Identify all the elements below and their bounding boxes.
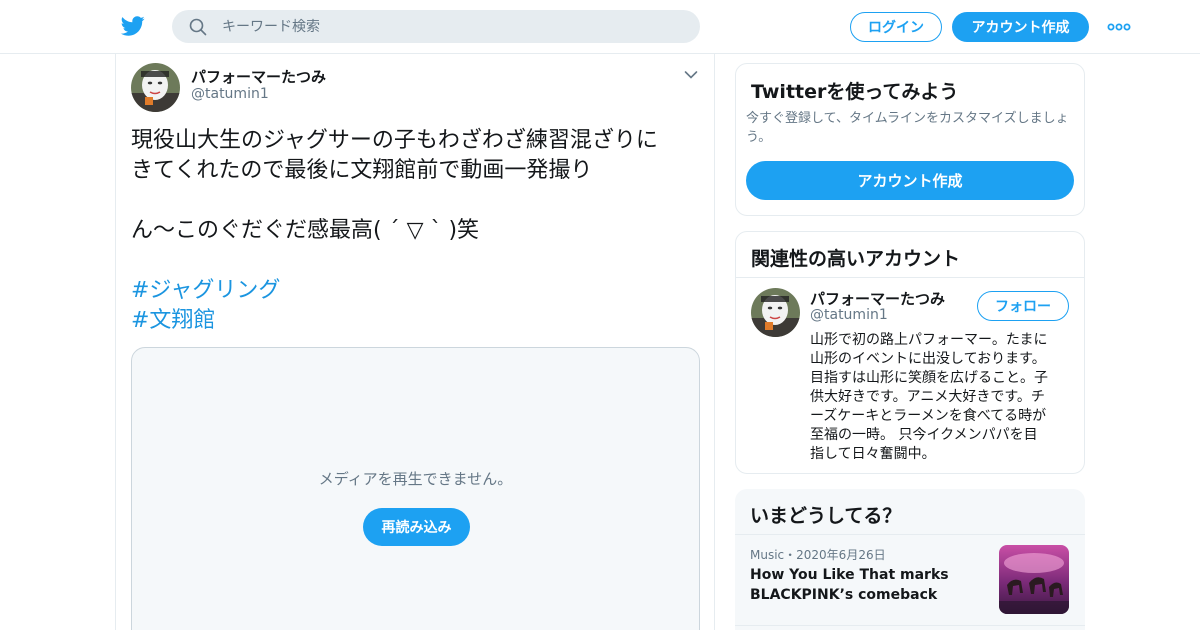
- more-dots-icon[interactable]: [1107, 21, 1131, 33]
- signup-card-button[interactable]: アカウント作成: [746, 161, 1074, 200]
- divider: [735, 625, 1085, 626]
- tweet-text-line: 現役山大生のジャグサーの子もわざわざ練習混ざりに: [131, 128, 658, 153]
- divider: [736, 277, 1084, 278]
- twitter-bird-icon[interactable]: [120, 14, 146, 38]
- bio-line: 目指すは山形に笑顔を広げること。子: [810, 370, 1048, 386]
- avatar[interactable]: [751, 288, 800, 337]
- search-icon: [189, 18, 207, 36]
- bio-line: 供大好きです。アニメ大好きです。チ: [810, 389, 1045, 405]
- top-navigation-bar: ログイン アカウント作成: [0, 0, 1200, 54]
- chevron-down-icon[interactable]: [684, 70, 698, 80]
- bio-line: 山形のイベントに出没しております。: [810, 351, 1046, 367]
- subtitle-line: う。: [746, 130, 772, 145]
- tweet-author-name[interactable]: パフォーマーたつみ: [191, 66, 326, 87]
- reload-button[interactable]: 再読み込み: [363, 508, 470, 546]
- hashtag-link[interactable]: #ジャグリング: [131, 276, 706, 306]
- search-box[interactable]: [172, 10, 700, 43]
- trend-title[interactable]: How You Like That marks BLACKPINK’s come…: [750, 565, 980, 605]
- media-error-message: メディアを再生できません。: [318, 470, 513, 488]
- trend-meta: Music・2020年6月26日: [750, 548, 886, 562]
- signup-card-title: Twitterを使ってみよう: [751, 81, 959, 103]
- trends-title: いまどうしてる？: [750, 505, 902, 527]
- bio-line: 指して日々奮闘中。: [810, 446, 936, 462]
- bio-line: 至福の一時。 只今イクメンパパを目: [810, 427, 1038, 443]
- divider: [735, 534, 1085, 535]
- tweet-text-line: [131, 186, 706, 216]
- related-account-handle[interactable]: @tatumin1: [810, 307, 888, 323]
- related-accounts-card: 関連性の高いアカウント パフォーマーたつみ @tatumin1 フォロー 山形で…: [735, 231, 1085, 474]
- trend-thumbnail[interactable]: [999, 545, 1069, 614]
- bio-line: 山形で初の路上パフォーマー。たまに: [810, 332, 1048, 348]
- follow-button[interactable]: フォロー: [977, 291, 1069, 321]
- avatar-image: [751, 288, 800, 337]
- related-accounts-title: 関連性の高いアカウント: [751, 248, 961, 270]
- login-button[interactable]: ログイン: [850, 12, 942, 42]
- tweet-text-line: ん〜このぐだぐだ感最高( ´ ▽ ` )笑: [131, 218, 480, 243]
- avatar-image: [131, 63, 180, 112]
- tweet-text-line: きてくれたので最後に文翔館前で動画一発撮り: [131, 158, 593, 183]
- video-player[interactable]: メディアを再生できません。 再読み込み: [131, 347, 700, 630]
- signup-card-subtitle: 今すぐ登録して、タイムラインをカスタマイズしましょ う。: [746, 109, 1076, 147]
- subtitle-line: 今すぐ登録して、タイムラインをカスタマイズしましょ: [746, 111, 1069, 126]
- hashtag-link[interactable]: #文翔館: [131, 306, 706, 336]
- signup-button[interactable]: アカウント作成: [952, 12, 1089, 42]
- tweet-text: 現役山大生のジャグサーの子もわざわざ練習混ざりに きてくれたので最後に文翔館前で…: [131, 126, 706, 336]
- tweet-column: パフォーマーたつみ @tatumin1 現役山大生のジャグサーの子もわざわざ練習…: [115, 54, 715, 630]
- related-account-name[interactable]: パフォーマーたつみ: [810, 288, 945, 309]
- search-input[interactable]: [222, 10, 682, 43]
- tweet-author-handle[interactable]: @tatumin1: [191, 86, 269, 102]
- related-account-bio: 山形で初の路上パフォーマー。たまに 山形のイベントに出没しております。 目指すは…: [810, 331, 1072, 464]
- bio-line: ーズケーキとラーメンを食べてる時が: [810, 408, 1047, 424]
- signup-card: Twitterを使ってみよう 今すぐ登録して、タイムラインをカスタマイズしましょ…: [735, 63, 1085, 216]
- trends-card: いまどうしてる？ Music・2020年6月26日 How You Like T…: [735, 489, 1085, 630]
- trend-thumbnail-image: [999, 545, 1069, 614]
- tweet-text-line: [131, 246, 706, 276]
- avatar[interactable]: [131, 63, 180, 112]
